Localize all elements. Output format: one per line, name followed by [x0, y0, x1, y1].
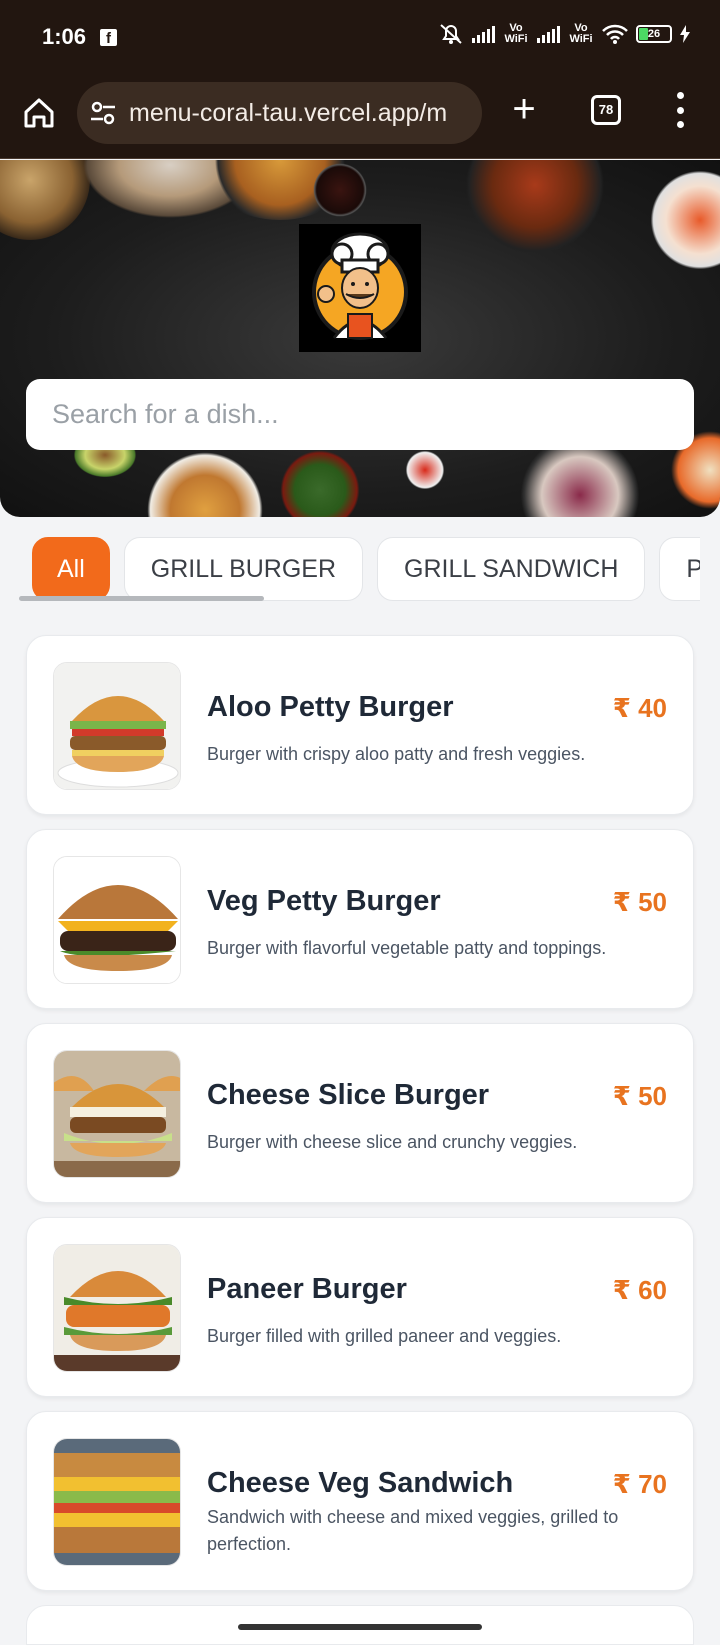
- browser-menu-button[interactable]: [672, 92, 688, 128]
- sandwich-photo: [53, 1438, 181, 1566]
- battery-icon: 26: [636, 25, 672, 43]
- charging-icon: [680, 25, 690, 43]
- restaurant-logo: [299, 224, 421, 352]
- decor-dish: [130, 445, 280, 517]
- category-chip-all[interactable]: All: [32, 537, 110, 601]
- menu-item-price: ₹ 60: [612, 1275, 667, 1305]
- menu-item-name: Cheese Veg Sandwich: [207, 1467, 514, 1499]
- battery-level: 26: [647, 28, 661, 40]
- menu-item-description: Burger with cheese slice and crunchy veg…: [207, 1132, 578, 1152]
- decor-dish: [460, 160, 610, 260]
- vowifi-label: Vo WiFi: [504, 22, 528, 45]
- menu-item-card[interactable]: Veg Petty Burger ₹ 50 Burger with flavor…: [26, 829, 694, 1009]
- decor-dish: [400, 450, 450, 490]
- chef-logo-icon: [312, 232, 408, 340]
- decor-dish: [310, 160, 370, 220]
- signal-icon: [472, 25, 495, 43]
- burger-photo: [53, 1050, 181, 1178]
- menu-item-price: ₹ 40: [612, 693, 667, 723]
- menu-item-card[interactable]: Paneer Burger ₹ 60 Burger filled with gr…: [26, 1217, 694, 1397]
- home-icon[interactable]: [20, 94, 58, 132]
- paneer-burger-photo: [53, 1244, 181, 1372]
- menu-item-description: Sandwich with cheese and mixed veggies, …: [207, 1507, 619, 1554]
- category-chip-grill-burger[interactable]: GRILL BURGER: [123, 537, 364, 601]
- hero-banner: [0, 160, 720, 517]
- menu-item-price: ₹ 50: [612, 1081, 667, 1111]
- mute-bell-icon: [440, 24, 462, 44]
- vowifi-label: Vo WiFi: [569, 22, 593, 45]
- menu-item-name: Veg Petty Burger: [207, 885, 441, 917]
- category-tabs: All GRILL BURGER GRILL SANDWICH PIZZ: [0, 534, 720, 614]
- tab-switcher-button[interactable]: 78: [591, 95, 621, 125]
- url-text: menu-coral-tau.vercel.app/m: [129, 98, 448, 127]
- facebook-notification-icon: f: [100, 29, 117, 47]
- category-scrollbar[interactable]: [19, 596, 264, 601]
- menu-item-description: Burger filled with grilled paneer and ve…: [207, 1326, 562, 1346]
- address-bar[interactable]: menu-coral-tau.vercel.app/m: [77, 82, 482, 144]
- signal-icon: [537, 25, 560, 43]
- category-scroll[interactable]: All GRILL BURGER GRILL SANDWICH PIZZ: [32, 537, 720, 601]
- menu-item-name: Cheese Slice Burger: [207, 1079, 490, 1111]
- menu-item-price: ₹ 70: [612, 1469, 667, 1499]
- menu-item-name: Aloo Petty Burger: [207, 691, 454, 723]
- status-time: 1:06: [42, 24, 87, 49]
- gesture-nav-handle[interactable]: [238, 1624, 482, 1630]
- menu-item-card[interactable]: Cheese Slice Burger ₹ 50 Burger with che…: [26, 1023, 694, 1203]
- search-input[interactable]: [26, 379, 694, 450]
- menu-item-card[interactable]: Cheese Veg Sandwich ₹ 70 Sandwich with c…: [26, 1411, 694, 1591]
- burger-photo: [53, 662, 181, 790]
- menu-list: Aloo Petty Burger ₹ 40 Burger with crisp…: [26, 635, 694, 1645]
- menu-item-description: Burger with flavorful vegetable patty an…: [207, 938, 607, 958]
- status-bar: 1:06 f Vo WiFi Vo WiFi 26: [0, 0, 720, 76]
- category-fade: [700, 534, 720, 614]
- menu-item-card[interactable]: Aloo Petty Burger ₹ 40 Burger with crisp…: [26, 635, 694, 815]
- wifi-icon: [602, 24, 628, 44]
- browser-toolbar: menu-coral-tau.vercel.app/m + 78: [0, 76, 720, 159]
- menu-item-price: ₹ 50: [612, 887, 667, 917]
- site-settings-icon[interactable]: [89, 99, 117, 127]
- decor-dish: [275, 445, 365, 517]
- menu-item-description: Burger with crispy aloo patty and fresh …: [207, 744, 586, 764]
- cheese-burger-photo: [53, 856, 181, 984]
- category-chip-grill-sandwich[interactable]: GRILL SANDWICH: [377, 537, 646, 601]
- menu-item-name: Paneer Burger: [207, 1273, 407, 1305]
- new-tab-button[interactable]: +: [506, 89, 542, 129]
- decor-dish: [0, 160, 90, 240]
- decor-dish: [640, 160, 720, 280]
- status-icons: Vo WiFi Vo WiFi 26: [438, 22, 690, 46]
